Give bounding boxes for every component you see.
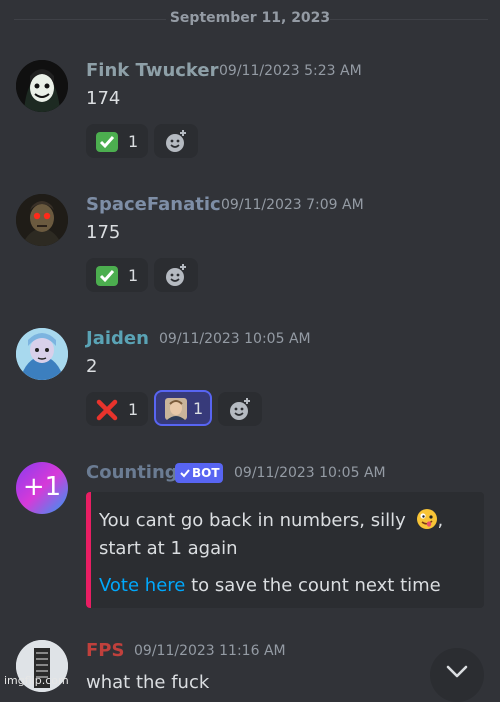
add-reaction-button[interactable] bbox=[154, 124, 198, 158]
avatar[interactable] bbox=[16, 60, 68, 112]
add-reaction-button[interactable] bbox=[154, 258, 198, 292]
watermark: imgflip.com bbox=[4, 674, 69, 687]
author-name[interactable]: Counting bbox=[86, 462, 178, 483]
embed-description-line3: Vote here to save the count next time bbox=[99, 575, 441, 596]
embed-color-bar bbox=[86, 492, 91, 608]
embed-description-line1: You cant go back in numbers, silly , bbox=[99, 509, 444, 531]
avatar-label: +1 bbox=[22, 472, 62, 502]
author-name[interactable]: Fink Twucker bbox=[86, 60, 219, 81]
date-divider-label: September 11, 2023 bbox=[169, 10, 331, 26]
timestamp[interactable]: 09/11/2023 7:09 AM bbox=[221, 197, 364, 213]
message-content: 174 bbox=[86, 88, 121, 109]
embed-text: to save the count next time bbox=[191, 575, 441, 596]
author-name[interactable]: FPS bbox=[86, 640, 124, 661]
add-reaction-icon bbox=[230, 398, 250, 420]
check-mark-emoji bbox=[96, 266, 118, 286]
reaction-count: 1 bbox=[128, 132, 139, 151]
bot-badge: BOT bbox=[175, 463, 223, 483]
timestamp[interactable]: 09/11/2023 10:05 AM bbox=[234, 465, 386, 481]
divider-line bbox=[330, 19, 488, 20]
message-spacefanatic: SpaceFanatic 09/11/2023 7:09 AM 175 1 bbox=[0, 192, 500, 298]
checkmark-icon bbox=[180, 469, 190, 478]
author-name[interactable]: SpaceFanatic bbox=[86, 194, 221, 215]
add-reaction-icon bbox=[166, 130, 186, 152]
jump-to-bottom-button[interactable] bbox=[430, 648, 484, 702]
reaction-cross[interactable]: 1 bbox=[86, 392, 148, 426]
avatar[interactable]: +1 bbox=[16, 462, 68, 514]
message-fink-twucker: Fink Twucker 09/11/2023 5:23 AM 174 1 bbox=[0, 58, 500, 164]
date-divider: September 11, 2023 bbox=[0, 8, 500, 30]
message-fps: FPS 09/11/2023 11:16 AM what the fuck bbox=[0, 638, 500, 693]
add-reaction-icon bbox=[166, 264, 186, 286]
cross-mark-emoji bbox=[96, 399, 118, 421]
bot-badge-label: BOT bbox=[192, 466, 220, 480]
zany-face-emoji bbox=[416, 509, 437, 529]
embed-description-line2: start at 1 again bbox=[99, 538, 238, 559]
add-reaction-button[interactable] bbox=[218, 392, 262, 426]
timestamp[interactable]: 09/11/2023 5:23 AM bbox=[219, 63, 362, 79]
message-content: 2 bbox=[86, 356, 98, 377]
chevron-down-icon bbox=[446, 665, 468, 678]
message-content: what the fuck bbox=[86, 672, 210, 693]
custom-face-emoji bbox=[165, 398, 187, 420]
author-name[interactable]: Jaiden bbox=[86, 328, 149, 349]
message-jaiden: Jaiden 09/11/2023 10:05 AM 2 1 1 bbox=[0, 326, 500, 432]
embed-text: You cant go back in numbers, silly bbox=[99, 510, 406, 531]
vote-link[interactable]: Vote here bbox=[99, 575, 185, 596]
timestamp[interactable]: 09/11/2023 10:05 AM bbox=[159, 331, 311, 347]
avatar[interactable] bbox=[16, 194, 68, 246]
reaction-count: 1 bbox=[128, 400, 139, 419]
message-counting-bot: +1 Counting BOT 09/11/2023 10:05 AM You … bbox=[0, 460, 500, 610]
check-mark-emoji bbox=[96, 132, 118, 152]
reaction-check[interactable]: 1 bbox=[86, 258, 148, 292]
reaction-check[interactable]: 1 bbox=[86, 124, 148, 158]
reaction-count: 1 bbox=[193, 399, 204, 418]
message-content: 175 bbox=[86, 222, 121, 243]
embed: You cant go back in numbers, silly , sta… bbox=[86, 492, 484, 608]
reaction-count: 1 bbox=[128, 266, 139, 285]
timestamp[interactable]: 09/11/2023 11:16 AM bbox=[134, 643, 286, 659]
reaction-custom-face[interactable]: 1 bbox=[154, 390, 212, 426]
avatar[interactable] bbox=[16, 328, 68, 380]
